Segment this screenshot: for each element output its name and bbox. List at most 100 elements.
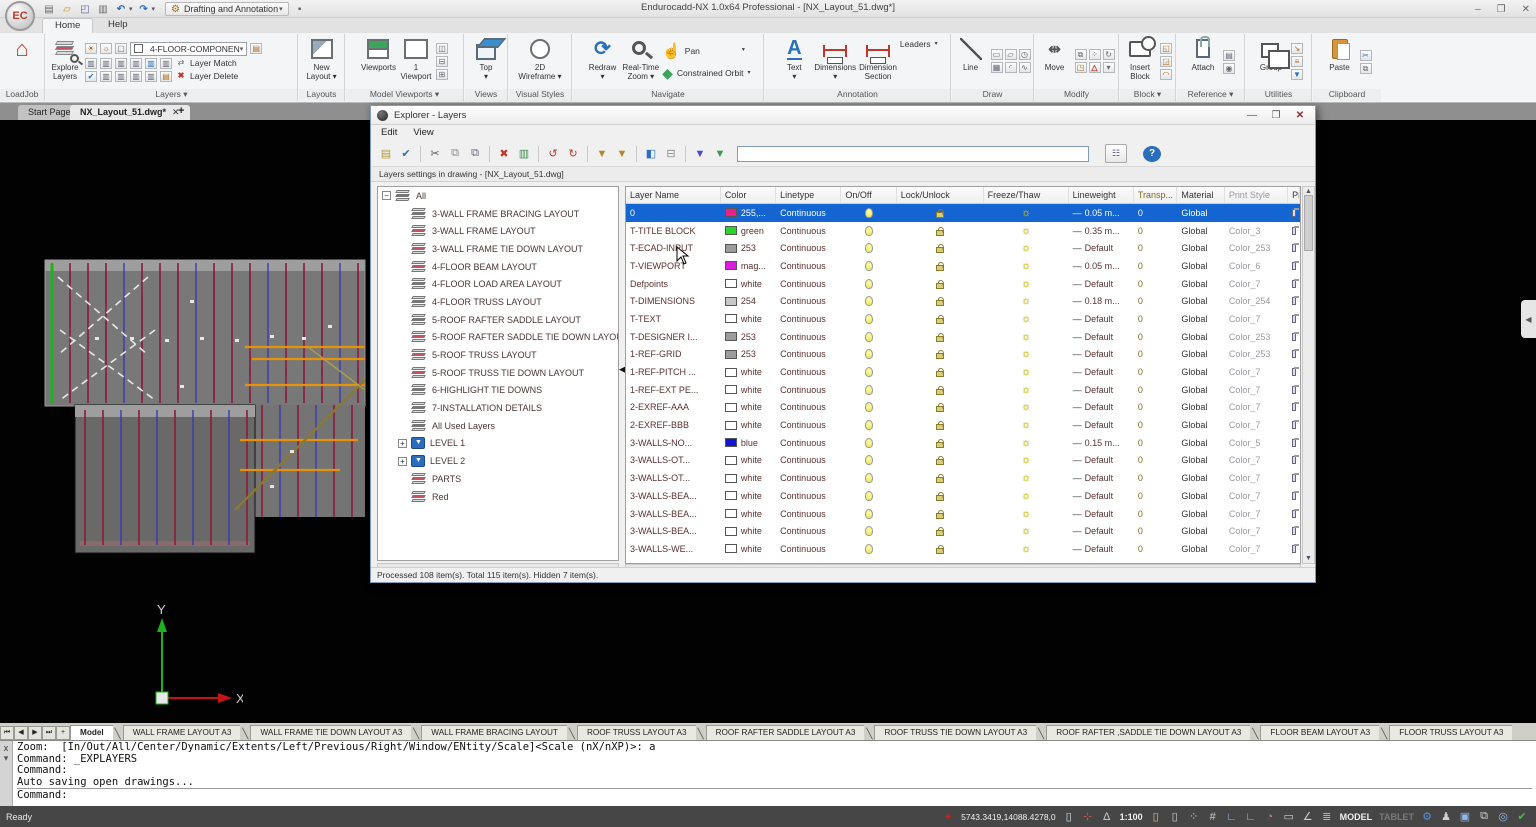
on-off-cell[interactable] — [841, 204, 896, 222]
create-block-icon[interactable]: ◱ — [1160, 43, 1172, 54]
lock-cell[interactable] — [897, 487, 984, 505]
freeze-cell[interactable]: ☼ — [984, 275, 1069, 293]
freeze-cell[interactable]: ☼ — [984, 328, 1069, 346]
layer-tool-icon[interactable]: ▤ — [160, 71, 172, 82]
clean-screen-icon[interactable]: ◎ — [1497, 810, 1509, 823]
tab-drawing[interactable]: NX_Layout_51.dwg*✕ — [70, 105, 190, 120]
layer-tool-icon[interactable]: ▥ — [115, 71, 127, 82]
layer-tool-icon[interactable]: ▥ — [100, 71, 112, 82]
layer-color-cell[interactable]: white — [721, 399, 776, 417]
layer-linetype[interactable]: Continuous — [776, 204, 841, 222]
on-off-cell[interactable] — [841, 452, 896, 470]
plot-cell[interactable] — [1288, 505, 1300, 523]
lock-cell[interactable] — [897, 363, 984, 381]
arc-icon[interactable]: ◜ — [1005, 62, 1017, 73]
layer-tool-icon[interactable]: ▥ — [130, 58, 142, 69]
dialog-maximize-button[interactable]: ❐ — [1267, 110, 1285, 121]
freeze-cell[interactable]: ☼ — [984, 540, 1069, 558]
layer-filter-input[interactable] — [737, 146, 1089, 162]
rotate-icon[interactable]: ↻ — [1103, 49, 1115, 60]
layer-material[interactable]: Global — [1177, 452, 1224, 470]
layer-color-cell[interactable]: mag... — [721, 257, 776, 275]
layer-print-style[interactable]: Color_7 — [1225, 381, 1288, 399]
layer-tool-icon[interactable]: ▥ — [145, 71, 157, 82]
layer-transparency[interactable]: 0 — [1134, 434, 1178, 452]
layer-transparency[interactable]: 0 — [1134, 222, 1178, 240]
layer-print-style[interactable]: Color_7 — [1225, 505, 1288, 523]
layer-material[interactable]: Global — [1177, 540, 1224, 558]
layer-print-style[interactable]: Color_7 — [1225, 452, 1288, 470]
dimensions-button[interactable]: Dimensions ▾ — [814, 35, 856, 89]
layer-color-cell[interactable]: white — [721, 540, 776, 558]
layer-lineweight[interactable]: —Default — [1069, 399, 1134, 417]
annotation-a-icon[interactable]: ▯ — [1150, 810, 1162, 823]
freeze-cell[interactable]: ☼ — [984, 257, 1069, 275]
layer-material[interactable]: Global — [1177, 363, 1224, 381]
layout-nav-button[interactable]: ⏮ — [0, 726, 14, 740]
layer-color-cell[interactable]: 253 — [721, 346, 776, 364]
freeze-cell[interactable]: ☼ — [984, 399, 1069, 417]
layer-material[interactable]: Global — [1177, 505, 1224, 523]
layer-lineweight[interactable]: —Default — [1069, 275, 1134, 293]
layer-lineweight[interactable]: —Default — [1069, 346, 1134, 364]
panel-image-icon[interactable]: ◧ — [642, 144, 660, 163]
loadjob-button[interactable]: ⌂ — [5, 35, 39, 89]
layer-lineweight[interactable]: —Default — [1069, 416, 1134, 434]
layer-states-icon[interactable]: ▤ — [250, 43, 262, 54]
layer-delete-button[interactable]: Layer Delete — [190, 71, 238, 81]
move-button[interactable]: ⇹Move — [1038, 35, 1072, 89]
windows-icon[interactable]: ⧉ — [1478, 810, 1490, 823]
attach-button[interactable]: Attach — [1186, 35, 1220, 89]
tree-item[interactable]: 6-HIGHLIGHT TIE DOWNS — [378, 382, 618, 400]
viewport-2-icon[interactable]: ◫ — [436, 43, 448, 54]
plot-cell[interactable] — [1288, 522, 1300, 540]
layer-color-cell[interactable]: white — [721, 416, 776, 434]
tree-item[interactable]: 5-ROOF TRUSS TIE DOWN LAYOUT — [378, 364, 618, 382]
freeze-cell[interactable]: ☼ — [984, 452, 1069, 470]
layer-tool-icon[interactable]: ▥ — [130, 71, 142, 82]
layer-material[interactable]: Global — [1177, 275, 1224, 293]
lock-cell[interactable] — [897, 257, 984, 275]
layer-print-style[interactable]: Color_7 — [1225, 416, 1288, 434]
layer-lineweight[interactable]: —Default — [1069, 363, 1134, 381]
layout-nav-button[interactable]: + — [56, 726, 70, 740]
layer-lineweight[interactable]: —0.05 m... — [1069, 257, 1134, 275]
column-header[interactable]: Material — [1177, 187, 1224, 203]
layer-color-cell[interactable]: 254 — [721, 292, 776, 310]
layer-row[interactable]: T-ECAD-INPUT253Continuous☼—Default0Globa… — [626, 239, 1300, 257]
array-icon[interactable]: ⁘ — [1089, 49, 1101, 60]
layer-transparency[interactable]: 0 — [1134, 346, 1178, 364]
cut-icon[interactable]: ✂ — [426, 144, 444, 163]
layer-color-cell[interactable]: 253 — [721, 239, 776, 257]
layer-material[interactable]: Global — [1177, 239, 1224, 257]
freeze-cell[interactable]: ☼ — [984, 522, 1069, 540]
on-off-cell[interactable] — [841, 275, 896, 293]
layout-tab[interactable]: FLOOR TRUSS LAYOUT A3 — [1389, 725, 1512, 740]
tree-item[interactable]: 5-ROOF RAFTER SADDLE TIE DOWN LAYOUT — [378, 329, 618, 347]
plot-cell[interactable] — [1288, 204, 1300, 222]
layer-row[interactable]: 1-REF-EXT PE...whiteContinuous☼—Default0… — [626, 381, 1300, 399]
tab-help[interactable]: Help — [96, 18, 140, 33]
wireframe-button[interactable]: 2D Wireframe ▾ — [518, 35, 561, 89]
lock-cell[interactable] — [897, 310, 984, 328]
explore-layers-button[interactable]: Explore Layers — [48, 35, 82, 89]
lock-cell[interactable] — [897, 505, 984, 523]
paste-button[interactable]: Paste — [1323, 35, 1357, 89]
viewport-3-icon[interactable]: ⊟ — [436, 56, 448, 67]
freeze-cell[interactable]: ☼ — [984, 222, 1069, 240]
quickcalc-icon[interactable]: ≡ — [1291, 56, 1303, 67]
layer-tool-icon[interactable]: ▥ — [85, 58, 97, 69]
layer-row[interactable]: 2-EXREF-AAAwhiteContinuous☼—Default0Glob… — [626, 399, 1300, 417]
plot-cell[interactable] — [1288, 399, 1300, 417]
scale-value[interactable]: 1:100 — [1120, 812, 1143, 822]
layer-material[interactable]: Global — [1177, 222, 1224, 240]
layer-lineweight[interactable]: —0.15 m... — [1069, 434, 1134, 452]
redo-icon[interactable]: ↻ — [564, 144, 582, 163]
display-icon[interactable]: ▣ — [1459, 810, 1471, 823]
user-icon[interactable]: ♟ — [1440, 810, 1452, 823]
on-off-cell[interactable] — [841, 399, 896, 417]
layer-row[interactable]: T-TITLE BLOCKgreenContinuous☼—0.35 m...0… — [626, 222, 1300, 240]
layer-color-cell[interactable]: white — [721, 505, 776, 523]
command-gutter[interactable]: x▾ — [0, 741, 13, 806]
pan-button[interactable]: ☝Pan▾ — [662, 42, 745, 60]
